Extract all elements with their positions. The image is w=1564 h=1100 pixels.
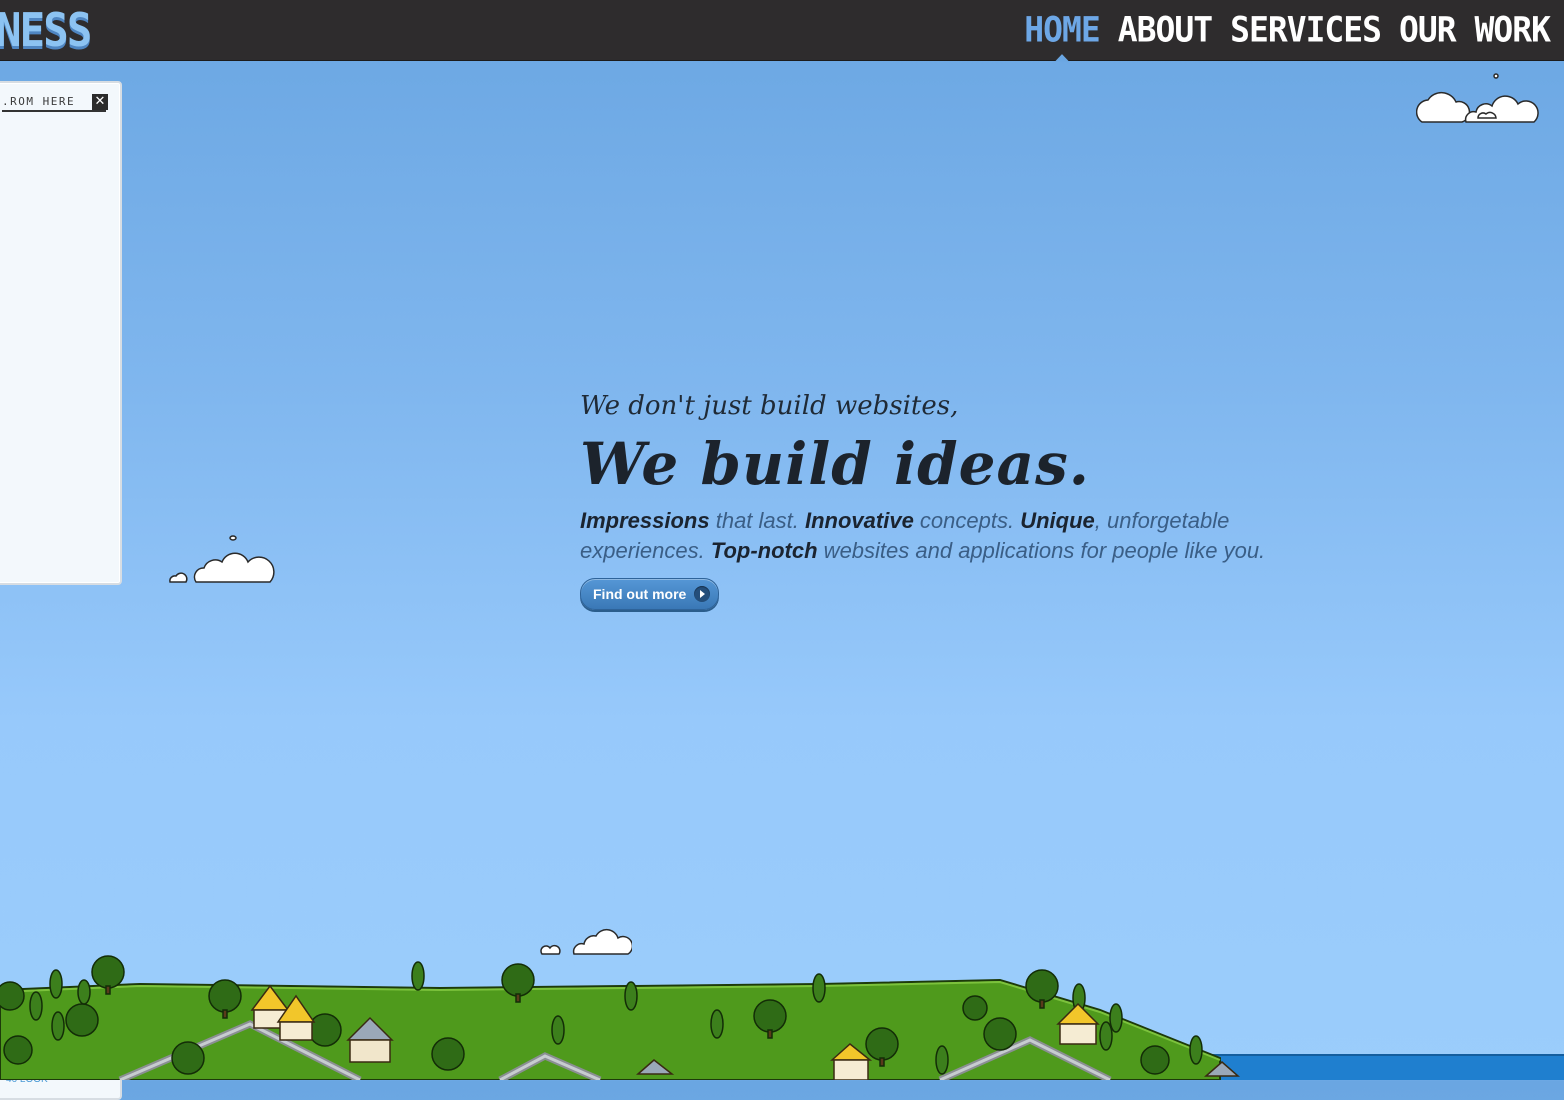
nav-our-work[interactable]: OUR WORK (1399, 7, 1551, 53)
main-nav: HOME ABOUT SERVICES OUR WORK (1024, 7, 1551, 62)
cloud-decoration (169, 535, 275, 583)
top-navigation-bar: NESS HOME ABOUT SERVICES OUR WORK (0, 0, 1564, 62)
hero-headline: We build ideas. (580, 430, 1090, 498)
village-landscape-illustration (0, 955, 1564, 1080)
desc-bold-innovative: Innovative (805, 508, 914, 533)
site-logo[interactable]: NESS (0, 4, 92, 56)
close-icon[interactable]: ✕ (92, 94, 108, 110)
desc-text: websites and applications for people lik… (817, 538, 1266, 563)
hero-tagline: We don't just build websites, (580, 391, 959, 421)
find-out-more-label: Find out more (593, 586, 687, 602)
hero-section: We don't just build websites, We build i… (580, 386, 1300, 610)
desc-bold-top-notch: Top-notch (710, 538, 818, 563)
desc-text: that last. (709, 508, 805, 533)
desc-bold-impressions: Impressions (580, 508, 710, 533)
nav-about[interactable]: ABOUT (1118, 7, 1213, 53)
play-arrow-icon (694, 586, 711, 602)
side-panel: ROM HERE. ✕ (0, 81, 122, 585)
side-panel-title: ROM HERE. (2, 95, 106, 112)
nav-home[interactable]: HOME (1024, 7, 1101, 62)
desc-bold-unique: Unique (1020, 508, 1095, 533)
nav-services[interactable]: SERVICES (1230, 7, 1382, 53)
hero-description: Impressions that last. Innovative concep… (580, 506, 1280, 566)
cloud-decoration (1416, 73, 1539, 123)
find-out-more-button[interactable]: Find out more (580, 578, 720, 610)
desc-text: concepts. (913, 508, 1021, 533)
